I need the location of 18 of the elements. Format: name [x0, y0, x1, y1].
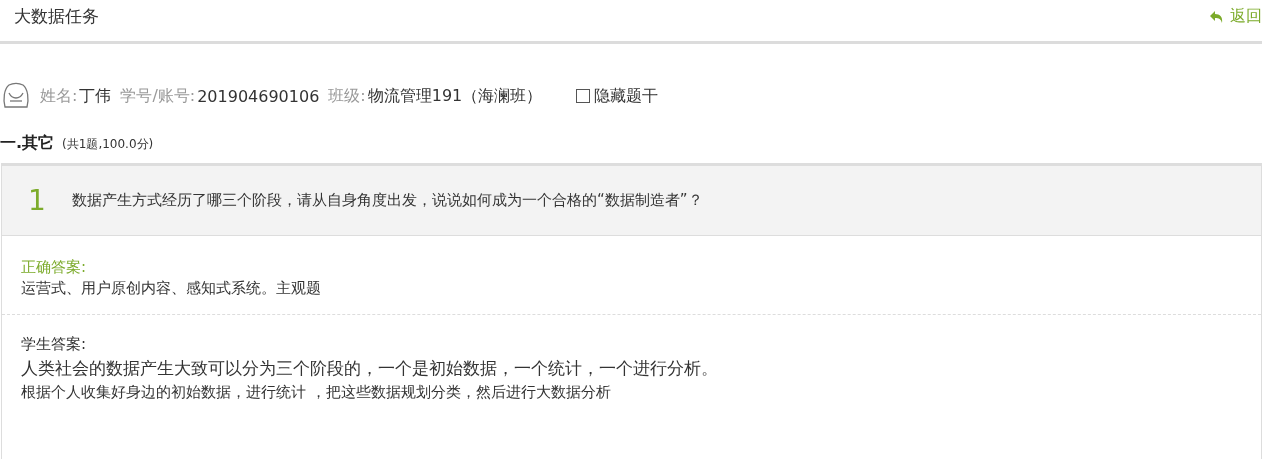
field-value: 物流管理191（海澜班） — [367, 85, 543, 107]
page-title: 大数据任务 — [14, 5, 99, 28]
field-label: 学号/账号: — [120, 85, 196, 107]
field-label: 姓名: — [40, 85, 78, 107]
student-answer-label: 学生答案: — [21, 335, 88, 354]
question-text: 数据产生方式经历了哪三个阶段，请从自身角度出发，说说如何成为一个合格的“数据制造者”？ — [72, 191, 703, 210]
field-value: 丁伟 — [79, 85, 112, 107]
field-value: 201904690106 — [197, 86, 320, 106]
student-answer-text: 根据个人收集好身边的初始数据，进行统计 ，把这些数据规划分类，然后进行大数据分析 — [21, 383, 612, 402]
section-summary: (共1题,100.0分) — [62, 136, 154, 153]
avatar-icon — [1, 81, 31, 111]
hide-stem-checkbox[interactable]: 隐藏题干 — [576, 85, 659, 107]
student-answer-text: 人类社会的数据产生大致可以分为三个阶段的，一个是初始数据，一个统计，一个进行分析。 — [21, 357, 719, 380]
section-title: 一.其它 — [0, 133, 55, 154]
correct-answer-label: 正确答案: — [21, 258, 88, 277]
field-label: 班级: — [328, 85, 366, 107]
question-number: 1 — [28, 184, 47, 217]
correct-answer-text: 运营式、用户原创内容、感知式系统。主观题 — [21, 279, 322, 298]
